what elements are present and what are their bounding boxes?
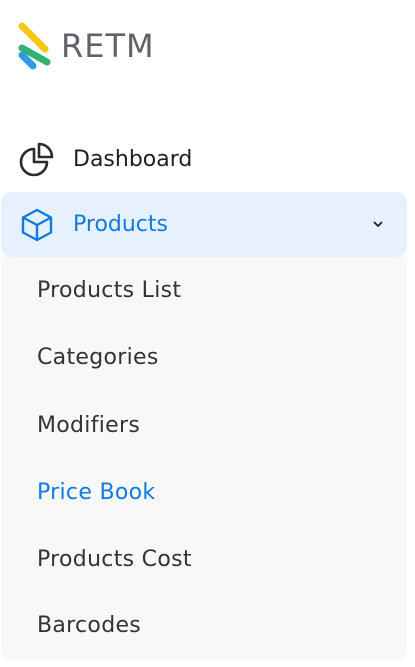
box-icon (19, 207, 55, 243)
submenu-item-categories[interactable]: Categories (37, 345, 159, 370)
nav-label-dashboard: Dashboard (73, 146, 193, 172)
submenu-item-modifiers[interactable]: Modifiers (37, 413, 140, 438)
chevron-down-icon[interactable] (371, 216, 385, 230)
pie-chart-icon (19, 141, 55, 177)
submenu-item-barcodes[interactable]: Barcodes (37, 613, 141, 638)
retm-logo-icon (17, 22, 55, 70)
nav-item-products[interactable]: Products (1, 192, 407, 257)
nav-item-dashboard[interactable]: Dashboard (0, 134, 407, 184)
nav-label-products: Products (73, 212, 168, 237)
sidebar: RETM Dashboard Products Products List Ca… (0, 0, 415, 667)
submenu-item-products-cost[interactable]: Products Cost (37, 547, 192, 572)
submenu-item-price-book[interactable]: Price Book (37, 480, 155, 505)
products-submenu: Products List Categories Modifiers Price… (1, 257, 407, 660)
brand-logo[interactable]: RETM (17, 22, 155, 70)
submenu-item-products-list[interactable]: Products List (37, 278, 181, 303)
brand-name: RETM (61, 27, 155, 65)
